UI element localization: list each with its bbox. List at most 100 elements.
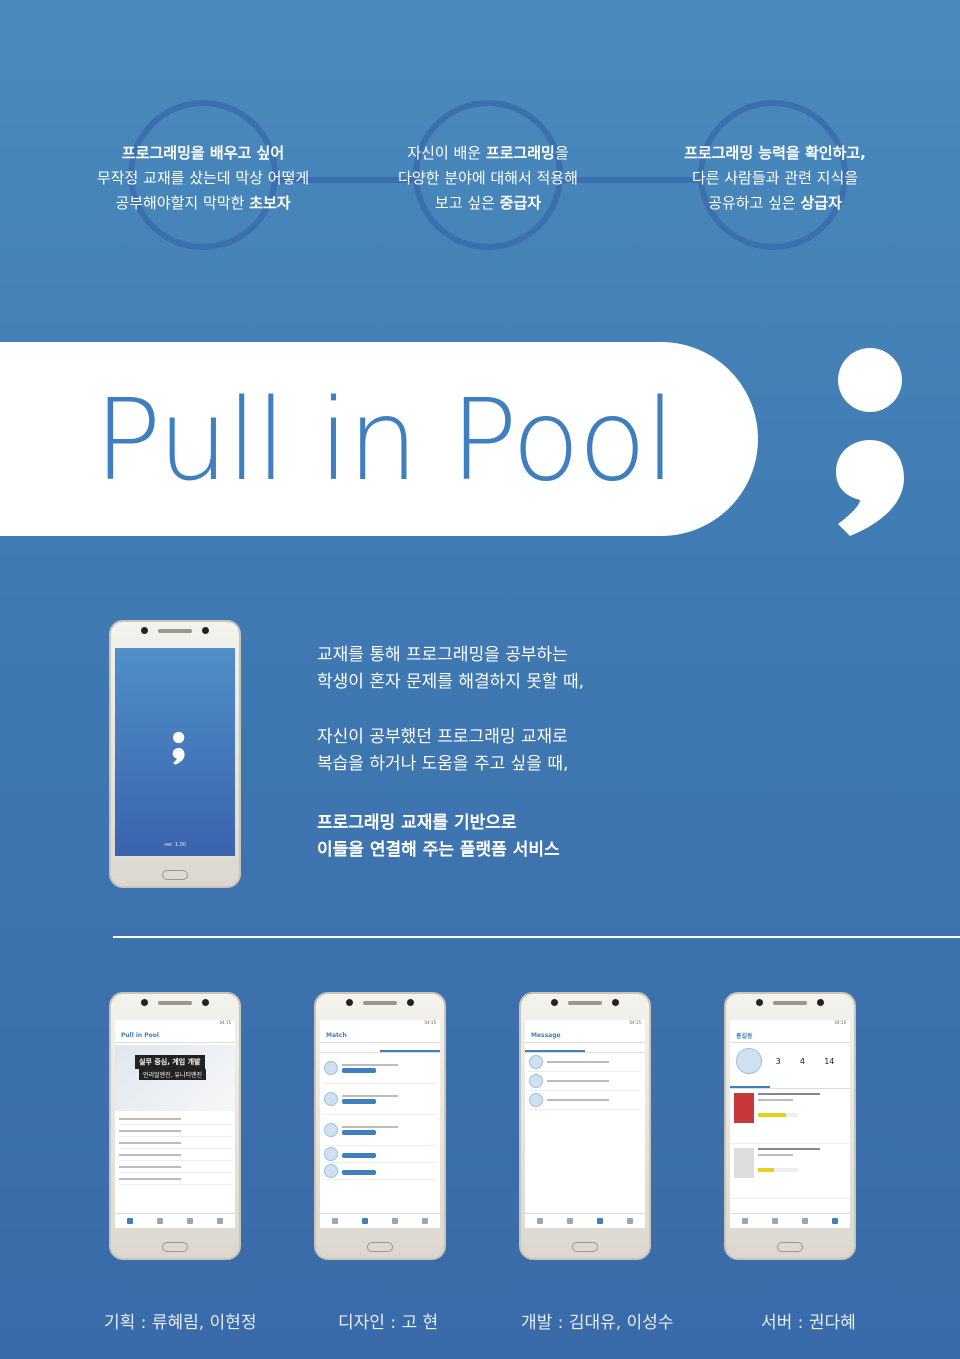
book-cover xyxy=(734,1093,754,1123)
subtab-active[interactable] xyxy=(730,1079,770,1088)
camera-icon xyxy=(756,999,763,1006)
profile-screen: 04:15 홍길동 3 4 14 xyxy=(730,1020,850,1228)
home-tab-icon[interactable] xyxy=(537,1218,543,1224)
subtab[interactable] xyxy=(320,1043,380,1052)
profile-tab-icon[interactable] xyxy=(217,1218,223,1224)
home-button[interactable] xyxy=(162,870,188,880)
message-item[interactable] xyxy=(529,1091,641,1110)
description-para-2: 자신이 공부했던 프로그래밍 교재로 복습을 하거나 도움을 주고 싶을 때, xyxy=(317,727,569,774)
bottom-tab-bar xyxy=(525,1213,645,1228)
camera-icon xyxy=(141,627,148,634)
message-appbar: Message xyxy=(525,1028,645,1043)
credit-design: 디자인 : 고 현 xyxy=(338,1313,439,1333)
avatar xyxy=(324,1147,338,1161)
version-label: ver. 1.00 xyxy=(164,842,186,848)
avatar xyxy=(736,1048,762,1074)
camera-icon xyxy=(346,999,353,1006)
home-phone: 04:15 Pull in Pool 실무 중심, 게임 개발 언리얼엔진, 유… xyxy=(109,992,241,1260)
message-tab-icon[interactable] xyxy=(597,1218,603,1224)
profile-tab-icon[interactable] xyxy=(832,1218,838,1224)
subtab[interactable] xyxy=(810,1079,850,1088)
intermediate-text: 자신이 배운 프로그래밍을 다양한 분야에 대해서 적용해 보고 싶은 중급자 xyxy=(398,144,578,212)
speaker xyxy=(568,1001,602,1005)
match-screen: 04:15 Match xyxy=(320,1020,440,1228)
home-button[interactable] xyxy=(367,1242,393,1252)
match-tab-icon[interactable] xyxy=(157,1218,163,1224)
message-item[interactable] xyxy=(529,1072,641,1091)
bottom-tab-bar xyxy=(115,1213,235,1228)
front-sensor xyxy=(612,999,619,1006)
semicolon-logo-icon xyxy=(836,348,904,536)
speaker xyxy=(158,1001,192,1005)
bottom-tab-bar xyxy=(730,1213,850,1228)
bottom-tab-bar xyxy=(320,1213,440,1228)
profile-phone: 04:15 홍길동 3 4 14 xyxy=(724,992,856,1260)
message-tab-icon[interactable] xyxy=(392,1218,398,1224)
speaker xyxy=(158,629,192,633)
home-tab-icon[interactable] xyxy=(742,1218,748,1224)
message-item[interactable] xyxy=(529,1053,641,1072)
message-tab-icon[interactable] xyxy=(802,1218,808,1224)
promo-line-1: 실무 중심, 게임 개발 xyxy=(135,1055,205,1069)
book-item[interactable] xyxy=(730,1144,850,1199)
stat-2: 4 xyxy=(799,1056,805,1066)
home-button[interactable] xyxy=(572,1242,598,1252)
home-button[interactable] xyxy=(777,1242,803,1252)
home-tab-icon[interactable] xyxy=(332,1218,338,1224)
credit-server: 서버 : 권다혜 xyxy=(761,1313,856,1333)
match-title: Match xyxy=(326,1031,347,1039)
profile-title: 홍길동 xyxy=(736,1032,753,1040)
home-tab-icon[interactable] xyxy=(127,1218,133,1224)
match-tab-icon[interactable] xyxy=(567,1218,573,1224)
credit-planning: 기획 : 류혜림, 이현정 xyxy=(104,1313,257,1333)
message-phone: 04:15 Message xyxy=(519,992,651,1260)
home-button[interactable] xyxy=(162,1242,188,1252)
avatar xyxy=(324,1092,338,1106)
camera-icon xyxy=(141,999,148,1006)
stat-3: 14 xyxy=(824,1056,835,1066)
splash-semicolon-icon xyxy=(172,731,185,765)
status-bar: 04:15 xyxy=(629,1020,641,1025)
match-item[interactable] xyxy=(324,1146,436,1163)
credit-dev: 개발 : 김대유, 이성수 xyxy=(521,1313,674,1333)
profile-tab-icon[interactable] xyxy=(422,1218,428,1224)
profile-tab-icon[interactable] xyxy=(627,1218,633,1224)
subtab[interactable] xyxy=(770,1079,810,1088)
subtab-active[interactable] xyxy=(525,1043,585,1052)
status-bar: 04:15 xyxy=(219,1020,231,1025)
beginner-text: 프로그래밍을 배우고 싶어 무작정 교재를 샀는데 막상 어떻게 공부해야할지 … xyxy=(96,144,310,212)
profile-header: 3 4 14 xyxy=(730,1043,850,1079)
camera-icon xyxy=(551,999,558,1006)
book-item[interactable] xyxy=(730,1089,850,1144)
progress-bar xyxy=(758,1113,798,1117)
home-promo-banner[interactable]: 실무 중심, 게임 개발 언리얼엔진, 유니티엔진 xyxy=(115,1045,235,1111)
list-item[interactable] xyxy=(119,1113,231,1125)
promo-line-2: 언리얼엔진, 유니티엔진 xyxy=(139,1069,207,1080)
match-item[interactable] xyxy=(324,1115,436,1146)
message-screen: 04:15 Message xyxy=(525,1020,645,1228)
profile-appbar: 홍길동 xyxy=(730,1028,850,1043)
match-item[interactable] xyxy=(324,1084,436,1115)
avatar xyxy=(324,1123,338,1137)
subtab-active[interactable] xyxy=(380,1043,440,1052)
speaker xyxy=(363,1001,397,1005)
list-item[interactable] xyxy=(119,1149,231,1161)
match-item[interactable] xyxy=(324,1053,436,1084)
list-item[interactable] xyxy=(119,1161,231,1173)
splash-screen: ver. 1.00 xyxy=(115,648,235,856)
list-item[interactable] xyxy=(119,1173,231,1185)
avatar xyxy=(324,1061,338,1075)
front-sensor xyxy=(407,999,414,1006)
progress-bar xyxy=(758,1168,798,1172)
match-item[interactable] xyxy=(324,1163,436,1180)
list-item[interactable] xyxy=(119,1125,231,1137)
message-subtabs xyxy=(525,1043,645,1053)
advanced-text: 프로그래밍 능력을 확인하고, 다른 사람들과 관련 지식을 공유하고 싶은 상… xyxy=(684,144,866,212)
front-sensor xyxy=(202,627,209,634)
match-tab-icon[interactable] xyxy=(362,1218,368,1224)
speaker xyxy=(773,1001,807,1005)
subtab[interactable] xyxy=(585,1043,645,1052)
list-item[interactable] xyxy=(119,1137,231,1149)
match-tab-icon[interactable] xyxy=(772,1218,778,1224)
message-tab-icon[interactable] xyxy=(187,1218,193,1224)
